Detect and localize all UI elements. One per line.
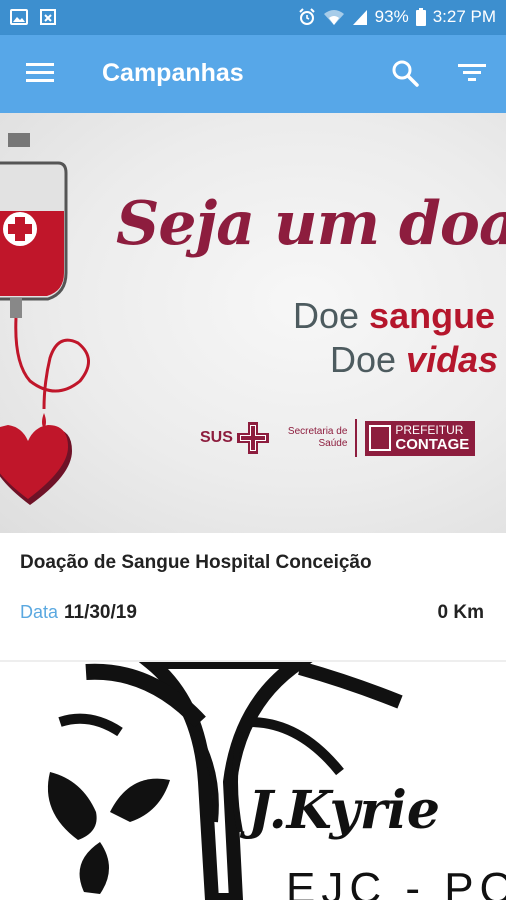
page-title: Campanhas	[102, 59, 244, 87]
blood-bag-illustration	[0, 133, 90, 505]
alarm-icon	[298, 8, 315, 25]
image-icon	[10, 9, 28, 25]
date-label: Data	[20, 602, 59, 622]
battery-level: 93%	[374, 7, 409, 26]
slogan-text: Seja um doado	[116, 189, 506, 259]
clock: 3:27 PM	[432, 7, 496, 26]
brand-subtitle: EJC - POA	[286, 864, 506, 900]
secretaria-logo: Secretaria de Saúde	[287, 426, 348, 449]
date-value: 11/30/19	[64, 602, 137, 623]
brand-logo-text: J.Kyrie	[248, 780, 440, 841]
slogan-line-2: Doe vidas	[330, 339, 499, 380]
campaign-card[interactable]: J.Kyrie EJC - POA	[0, 662, 506, 900]
campaign-card[interactable]: Seja um doado Doe sangue Doe vidas SUS S…	[0, 113, 506, 660]
cross-icon	[236, 422, 269, 454]
search-icon[interactable]	[391, 59, 419, 87]
signal-icon	[352, 10, 367, 25]
download-icon	[40, 9, 56, 25]
menu-icon[interactable]	[26, 62, 54, 84]
app-bar: Campanhas	[0, 35, 506, 113]
wifi-icon	[323, 10, 344, 25]
distance-value: 0 Km	[437, 602, 484, 623]
seal-icon	[369, 425, 392, 451]
sus-logo-text: SUS	[200, 429, 233, 446]
campaign-title: Doação de Sangue Hospital Conceição	[20, 552, 372, 573]
battery-icon	[415, 8, 426, 26]
campaign-banner: Seja um doado Doe sangue Doe vidas SUS S…	[0, 113, 506, 533]
slogan-line-1: Doe sangue	[293, 295, 496, 336]
prefeitura-logo: PREFEITUR CONTAGE	[365, 420, 476, 456]
sponsor-logos: SUS Secretaria de Saúde PREFEITUR CONTAGE	[200, 419, 476, 457]
logo-divider	[355, 419, 358, 457]
filter-icon[interactable]	[458, 63, 486, 83]
status-bar: 93% 3:27 PM	[0, 0, 506, 35]
